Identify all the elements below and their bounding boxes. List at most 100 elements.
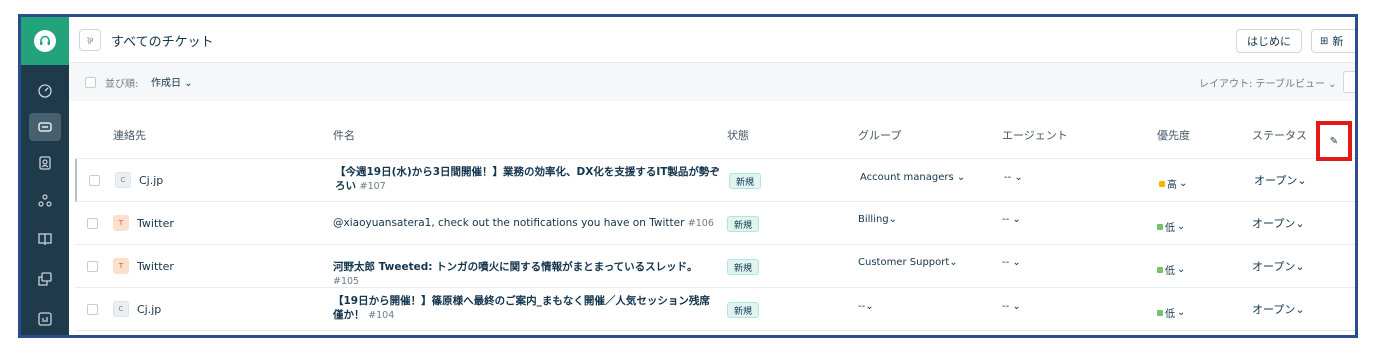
priority-dropdown[interactable]: 低 ⌄ [1157,219,1185,234]
contact-name[interactable]: Cj.jp [137,303,161,316]
col-status[interactable]: ステータス [1252,127,1307,143]
agent-dropdown[interactable]: -- ⌄ [1004,172,1023,183]
group-dropdown[interactable]: --⌄ [858,301,874,312]
filter-icon: ⅌ [87,36,93,47]
state-badge: 新規 [727,302,760,318]
agent-dropdown[interactable]: -- ⌄ [1002,214,1021,225]
app-logo[interactable] [21,17,69,65]
contact-name[interactable]: Twitter [137,260,174,273]
ticket-number: #106 [687,218,714,229]
agent-value: -- [1002,214,1010,225]
chevron-down-icon: ⌄ [1179,178,1188,189]
nav-reports[interactable] [21,301,69,335]
nav-tickets[interactable] [21,109,69,145]
chevron-down-icon: ⌄ [956,172,966,183]
status-value: オープン [1254,174,1298,187]
dashboard-icon [38,84,52,98]
nav-solutions[interactable] [21,261,69,297]
group-dropdown[interactable]: Customer Support⌄ [858,257,958,268]
status-dropdown[interactable]: オープン⌄ [1252,215,1305,231]
new-ticket-button[interactable]: ⊞ 新 [1311,29,1355,53]
priority-value: 低 [1165,223,1175,234]
agent-value: -- [1002,301,1010,312]
contact-name[interactable]: Cj.jp [139,174,163,187]
app-window: ⅌ すべてのチケット はじめに ⊞ 新 並び順: 作成日 ⌄ レイアウト: テー… [18,14,1358,338]
chevron-down-icon: ⌄ [1297,174,1307,187]
group-value: Account managers [860,172,954,183]
status-dropdown[interactable]: オープン⌄ [1252,301,1305,317]
nav-groups[interactable] [21,183,69,219]
page-title: すべてのチケット [111,35,214,50]
chevron-down-icon: ⌄ [1177,221,1186,232]
group-value: Billing [858,214,889,225]
nav-contacts[interactable] [21,145,69,181]
table-row[interactable]: T Twitter @xiaoyuansatera1, check out th… [75,202,1355,245]
col-subject[interactable]: 件名 [333,127,355,143]
chevron-down-icon: ⌄ [1177,264,1186,275]
row-checkbox[interactable] [87,218,98,229]
agent-value: -- [1004,172,1012,183]
row-checkbox[interactable] [87,304,98,315]
ticket-subject[interactable]: 河野太郎 Tweeted: トンガの噴火に関する情報がまとまっているスレッド。 … [333,260,718,289]
priority-value: 低 [1165,309,1175,320]
ticket-subject[interactable]: @xiaoyuansatera1, check out the notifica… [333,216,718,231]
ticket-subject[interactable]: 【19日から開催！】篠原様へ最終のご案内_まもなく開催／人気セッション残席僅か！… [333,294,718,323]
group-dropdown[interactable]: Account managers ⌄ [860,172,965,183]
sort-dropdown[interactable]: 作成日 ⌄ [151,74,193,89]
subject-text: @xiaoyuansatera1, check out the notifica… [333,217,685,229]
group-value: Customer Support [858,257,950,268]
chevron-down-icon: ⌄ [1014,172,1023,183]
layers-icon [38,272,52,286]
view-toggle-button[interactable] [1343,71,1355,93]
row-checkbox[interactable] [87,261,98,272]
row-checkbox[interactable] [89,175,100,186]
table-header: 連絡先 件名 状態 グループ エージェント 優先度 ステータス [75,111,1355,159]
status-dropdown[interactable]: オープン⌄ [1252,258,1305,274]
top-bar: ⅌ すべてのチケット はじめに ⊞ 新 [69,17,1355,63]
table-row[interactable]: C Cj.jp 【今週19日(水)から3日間開催！】業務の効率化、DX化を支援す… [75,159,1355,202]
col-priority[interactable]: 優先度 [1157,127,1190,143]
filter-toggle-button[interactable]: ⅌ [79,29,101,51]
chevron-down-icon: ⌄ [1012,214,1021,225]
col-state[interactable]: 状態 [727,127,749,143]
nav-knowledge-base[interactable] [21,221,69,257]
layout-dropdown[interactable]: レイアウト: テーブルビュー ⌄ [1199,75,1337,90]
col-agent[interactable]: エージェント [1002,127,1068,143]
sort-value: 作成日 [151,78,181,89]
ticket-number: #104 [368,310,395,321]
reports-icon [38,312,52,326]
agent-dropdown[interactable]: -- ⌄ [1002,301,1021,312]
table-row[interactable]: T Twitter 河野太郎 Tweeted: トンガの噴火に関する情報がまとま… [75,245,1355,288]
chevron-down-icon: ⌄ [1012,257,1021,268]
chevron-down-icon: ⌄ [1012,301,1021,312]
sidebar [21,17,69,335]
chevron-down-icon: ⌄ [865,301,874,312]
status-value: オープン [1252,217,1296,230]
col-contact[interactable]: 連絡先 [113,127,146,143]
ticket-subject[interactable]: 【今週19日(水)から3日間開催！】業務の効率化、DX化を支援するIT製品が勢ぞ… [335,165,720,194]
getting-started-button[interactable]: はじめに [1236,29,1302,53]
chevron-down-icon: ⌄ [949,257,958,268]
headset-icon [34,30,56,52]
priority-dropdown[interactable]: 低 ⌄ [1157,262,1185,277]
sort-label: 並び順: [105,79,139,90]
contact-name[interactable]: Twitter [137,217,174,230]
nav-dashboard[interactable] [21,73,69,109]
state-badge: 新規 [729,173,762,189]
group-dropdown[interactable]: Billing⌄ [858,214,897,225]
status-dropdown[interactable]: オープン⌄ [1254,172,1307,188]
chevron-down-icon: ⌄ [184,78,193,89]
layout-value: レイアウト: テーブルビュー [1199,79,1325,90]
priority-dropdown[interactable]: 低 ⌄ [1157,305,1185,320]
agent-dropdown[interactable]: -- ⌄ [1002,257,1021,268]
avatar: T [113,215,129,231]
priority-dropdown[interactable]: 高 ⌄ [1159,176,1187,191]
priority-dot-icon [1157,309,1163,316]
priority-dot-icon [1157,266,1163,273]
select-all-checkbox[interactable] [85,77,96,88]
priority-value: 高 [1167,180,1177,191]
col-group[interactable]: グループ [858,127,901,143]
chevron-down-icon: ⌄ [1295,260,1305,273]
priority-dot-icon [1157,223,1163,230]
table-row[interactable]: C Cj.jp 【19日から開催！】篠原様へ最終のご案内_まもなく開催／人気セッ… [75,288,1355,331]
